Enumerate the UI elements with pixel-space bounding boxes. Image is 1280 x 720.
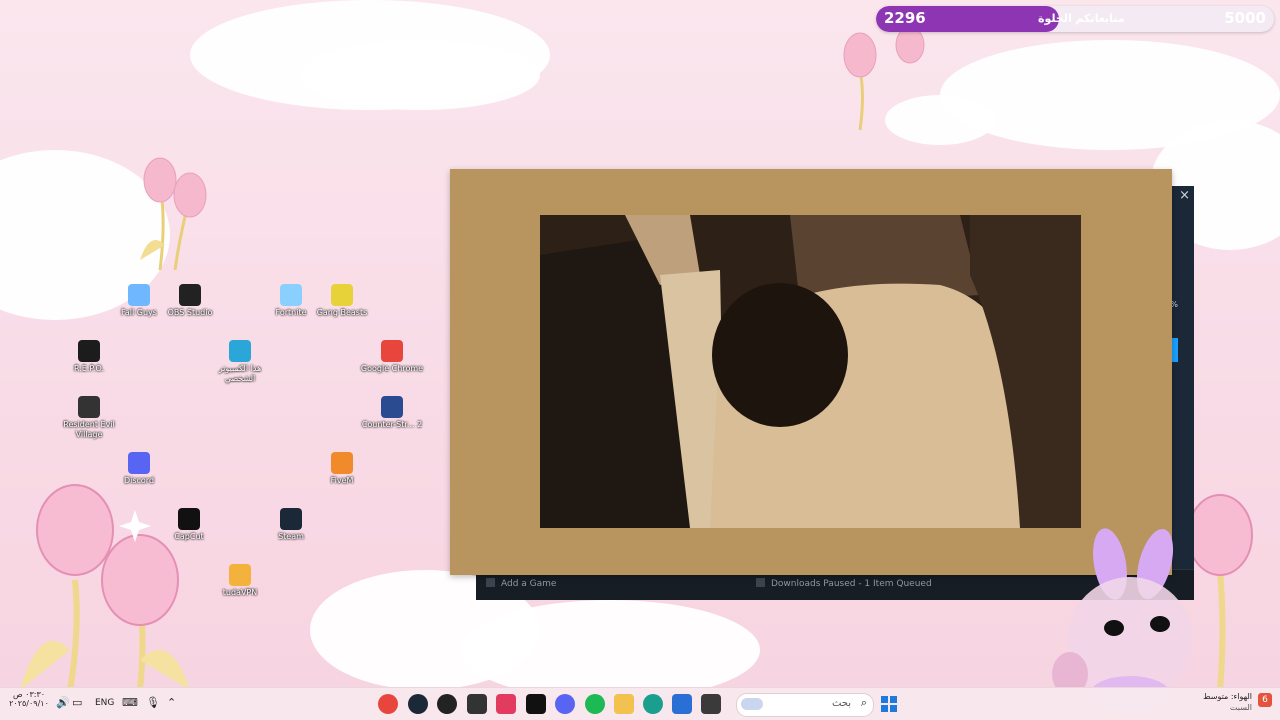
desktop-shortcut-label: Counter-Str... 2: [361, 420, 423, 429]
add-game-button[interactable]: Add a Game: [486, 578, 556, 589]
keyboard-icon[interactable]: ⌨: [122, 696, 138, 709]
background-cloud: [460, 600, 760, 700]
weather-widget[interactable]: الهواء: متوسط السبت 6: [1196, 691, 1274, 717]
language-indicator[interactable]: ENG: [95, 698, 114, 708]
search-box[interactable]: بحث ⌕: [736, 693, 874, 717]
obs-icon: [179, 284, 201, 306]
discord-icon[interactable]: [555, 694, 575, 714]
background-cloud: [300, 40, 540, 110]
windows-logo-icon: [881, 705, 888, 712]
desktop-shortcut[interactable]: R.E.P.O.: [57, 340, 121, 374]
desktop-shortcut-label: FiveM: [330, 476, 354, 485]
store-icon[interactable]: [672, 694, 692, 714]
discord-icon: [128, 452, 150, 474]
desktop-shortcut-label: OBS Studio: [167, 308, 213, 317]
desktop-shortcut-label: Resident Evil Village: [63, 420, 115, 439]
weather-title: الهواء: متوسط: [1203, 692, 1252, 701]
tiktok-icon[interactable]: [526, 694, 546, 714]
goal-label: متابعاتكم الحلوة: [1038, 12, 1125, 25]
edge-icon[interactable]: [643, 694, 663, 714]
desktop-shortcut[interactable]: Google Chrome: [360, 340, 424, 374]
tulip-decoration: [140, 157, 207, 270]
file-explorer-icon[interactable]: [614, 694, 634, 714]
tulip-decoration: [843, 26, 925, 130]
start-button[interactable]: [881, 696, 897, 712]
epic-icon[interactable]: [467, 694, 487, 714]
goal-target-count: 5000: [1224, 9, 1266, 27]
plus-icon: [486, 578, 495, 587]
vpn-icon: [229, 564, 251, 586]
desktop-shortcut[interactable]: FiveM: [310, 452, 374, 486]
desktop-shortcut[interactable]: Steam: [259, 508, 323, 542]
gang-beasts-icon: [331, 284, 353, 306]
tiktok-studio-icon[interactable]: [496, 694, 516, 714]
desktop-shortcut-label: هذا الكمبيوتر الشخصي: [218, 364, 262, 383]
terminal-icon[interactable]: [701, 694, 721, 714]
download-icon: [756, 578, 765, 587]
desktop-shortcut[interactable]: Counter-Str... 2: [360, 396, 424, 430]
notification-badge: 6: [1258, 693, 1272, 707]
repo-icon: [78, 340, 100, 362]
desktop-shortcut[interactable]: CapCut: [157, 508, 221, 542]
steam-icon[interactable]: [408, 694, 428, 714]
fortnite-icon: [280, 284, 302, 306]
desktop-shortcut-label: CapCut: [174, 532, 204, 541]
clock[interactable]: ٠٣:٣٠ ص ٢٠٢٥/٠٩/١٠: [8, 690, 50, 708]
microphone-icon[interactable]: 🎙: [146, 696, 160, 709]
windows-logo-icon: [890, 705, 897, 712]
volume-icon[interactable]: 🔊: [56, 696, 70, 709]
downloads-status[interactable]: Downloads Paused - 1 Item Queued: [756, 578, 932, 589]
desktop-shortcut[interactable]: Resident Evil Village: [57, 396, 121, 440]
add-game-label: Add a Game: [501, 579, 557, 589]
weather-subtitle: السبت: [1229, 703, 1252, 712]
desktop-shortcut-label: R.E.P.O.: [73, 364, 105, 373]
chrome-icon: [381, 340, 403, 362]
windows-logo-icon: [890, 696, 897, 703]
desktop-shortcut-label: Steam: [278, 532, 304, 541]
obs-icon[interactable]: [437, 694, 457, 714]
desktop-shortcut[interactable]: Gang Beasts: [310, 284, 374, 318]
close-icon[interactable]: ×: [1179, 188, 1190, 203]
fivem-icon: [331, 452, 353, 474]
search-placeholder: بحث: [831, 698, 851, 709]
search-decor-icon: [741, 698, 763, 710]
capcut-icon: [178, 508, 200, 530]
search-icon: ⌕: [860, 696, 867, 709]
downloads-label: Downloads Paused - 1 Item Queued: [771, 579, 932, 589]
chrome-icon[interactable]: [378, 694, 398, 714]
gif-overlay: [450, 169, 1172, 575]
steam-icon: [280, 508, 302, 530]
desktop-shortcut-label: Discord: [123, 476, 155, 485]
steam-accent-button[interactable]: [1172, 338, 1178, 362]
windows-logo-icon: [881, 696, 888, 703]
network-icon[interactable]: ▭: [72, 696, 82, 709]
desktop-shortcut[interactable]: OBS Studio: [158, 284, 222, 318]
this-pc-icon: [229, 340, 251, 362]
desktop-shortcut-label: Google Chrome: [360, 364, 424, 373]
desktop-shortcut-label: tudaVPN: [222, 588, 258, 597]
spotify-icon[interactable]: [585, 694, 605, 714]
goal-current-count: 2296: [884, 9, 926, 27]
fall-guys-icon: [128, 284, 150, 306]
counter-strike-icon: [381, 396, 403, 418]
desktop-shortcut-label: Gang Beasts: [316, 308, 368, 317]
desktop-shortcut[interactable]: هذا الكمبيوتر الشخصي: [208, 340, 272, 384]
chevron-up-icon[interactable]: ⌃: [167, 696, 176, 709]
desktop-shortcut[interactable]: Discord: [107, 452, 171, 486]
taskbar: ٠٣:٣٠ ص ٢٠٢٥/٠٩/١٠ 🔊 ▭ ENG ⌨ 🎙 ⌃ بحث ⌕ ا…: [0, 687, 1280, 720]
desktop-shortcut[interactable]: tudaVPN: [208, 564, 272, 598]
resident-evil-icon: [78, 396, 100, 418]
clock-date: ٢٠٢٥/٠٩/١٠: [9, 699, 49, 708]
clock-time: ٠٣:٣٠ ص: [12, 690, 46, 699]
gif-photo: [540, 215, 1081, 528]
